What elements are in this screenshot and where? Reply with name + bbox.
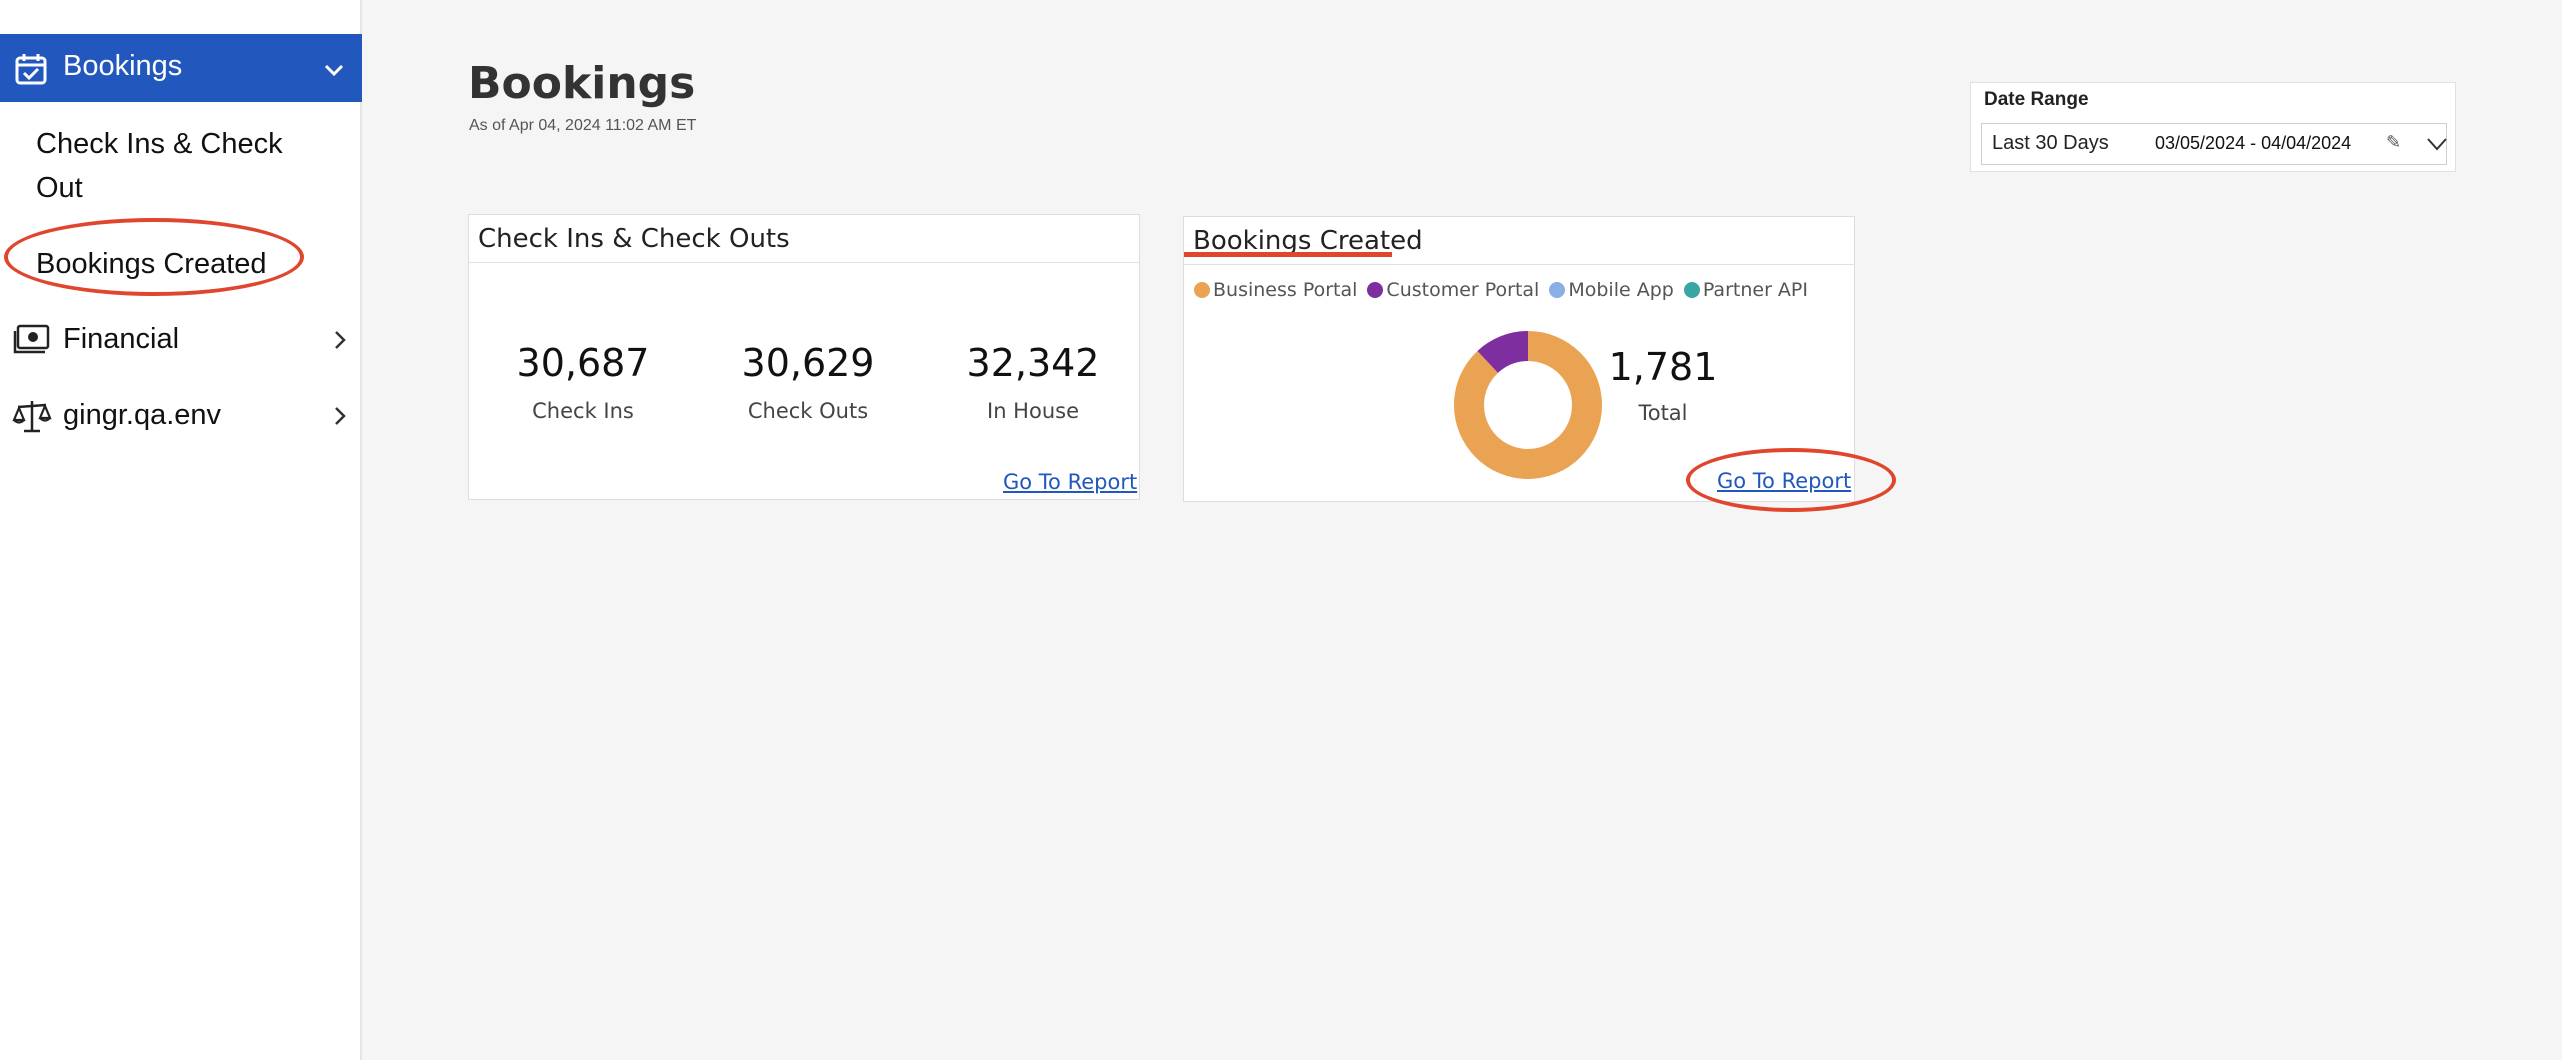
- chevron-right-icon[interactable]: [330, 328, 350, 352]
- metric-in-house: 32,342 In House: [933, 341, 1133, 423]
- legend-swatch: [1549, 282, 1566, 298]
- chevron-down-icon[interactable]: [2426, 136, 2448, 152]
- metric-caption: Total: [1638, 401, 1688, 425]
- legend-label: Partner API: [1702, 279, 1808, 301]
- annotation-underline: [1184, 252, 1392, 257]
- page-title: Bookings: [468, 58, 696, 109]
- legend-item[interactable]: Customer Portal: [1367, 279, 1539, 301]
- chevron-down-icon[interactable]: [322, 58, 346, 82]
- subnav-bookings-created[interactable]: Bookings Created: [36, 242, 267, 286]
- card-header: Bookings Created: [1184, 217, 1854, 265]
- metric-caption: Check Outs: [747, 399, 869, 423]
- as-of-timestamp: As of Apr 04, 2024 11:02 AM ET: [469, 117, 697, 134]
- metric-total: 1,781 Total: [1563, 345, 1763, 425]
- legend-label: Customer Portal: [1386, 279, 1540, 301]
- sidebar: Bookings Check Ins & Check Out Bookings …: [0, 0, 362, 1060]
- chevron-right-icon[interactable]: [330, 404, 350, 428]
- nav-item-label: gingr.qa.env: [63, 399, 222, 431]
- legend-item[interactable]: Partner API: [1683, 279, 1808, 301]
- date-range-label: Date Range: [1984, 89, 2089, 110]
- legend-item[interactable]: Mobile App: [1549, 279, 1674, 301]
- legend-label: Mobile App: [1568, 279, 1674, 301]
- check-ins-card: Check Ins & Check Outs 30,687 Check Ins …: [468, 214, 1140, 500]
- legend-swatch: [1367, 282, 1384, 298]
- date-range-preset: Last 30 Days: [1992, 132, 2109, 154]
- date-range-value: 03/05/2024 - 04/04/2024: [2155, 133, 2352, 153]
- metric-caption: In House: [987, 399, 1079, 423]
- nav-item-bookings[interactable]: Bookings: [0, 34, 362, 102]
- metric-value: 30,629: [741, 341, 875, 385]
- legend-label: Business Portal: [1213, 279, 1358, 301]
- metric-value: 30,687: [516, 341, 650, 385]
- metric-check-ins: 30,687 Check Ins: [483, 341, 683, 423]
- card-title: Check Ins & Check Outs: [478, 224, 790, 254]
- metric-value: 32,342: [966, 341, 1100, 385]
- scale-icon: [12, 401, 52, 433]
- legend-swatch: [1683, 282, 1700, 298]
- metric-caption: Check Ins: [532, 399, 634, 423]
- legend-item[interactable]: Business Portal: [1194, 279, 1357, 301]
- metric-check-outs: 30,629 Check Outs: [708, 341, 908, 423]
- go-to-report-link[interactable]: Go To Report: [1003, 470, 1137, 494]
- chart-legend: Business Portal Customer Portal Mobile A…: [1194, 279, 1818, 301]
- metric-value: 1,781: [1608, 345, 1718, 389]
- subnav-check-ins-check-outs[interactable]: Check Ins & Check Out: [36, 122, 336, 210]
- calendar-check-icon: [15, 54, 47, 85]
- money-icon: [13, 324, 50, 354]
- nav-item-label: Financial: [63, 323, 180, 355]
- card-header: Check Ins & Check Outs: [469, 215, 1139, 263]
- pencil-icon[interactable]: ✎: [2386, 132, 2401, 153]
- nav-item-financial[interactable]: Financial: [0, 310, 362, 370]
- legend-swatch: [1194, 282, 1210, 298]
- bookings-created-card: Bookings Created Business Portal Custome…: [1183, 216, 1855, 502]
- nav-item-gingr-qa-env[interactable]: gingr.qa.env: [0, 386, 362, 446]
- date-range-filter: Date Range Last 30 Days 03/05/2024 - 04/…: [1970, 82, 2456, 172]
- date-range-select[interactable]: Last 30 Days 03/05/2024 - 04/04/2024 ✎: [1981, 123, 2447, 165]
- nav-item-label: Bookings: [63, 50, 183, 82]
- go-to-report-link[interactable]: Go To Report: [1717, 469, 1851, 493]
